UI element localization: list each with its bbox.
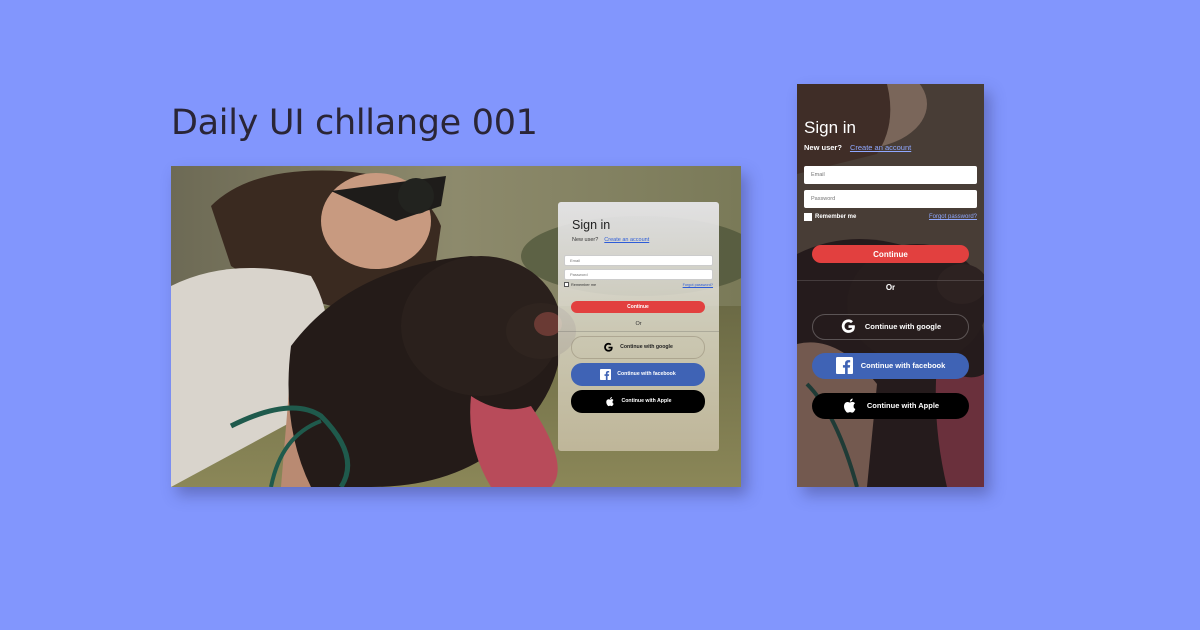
facebook-signin-button[interactable]: Continue with facebook [571,362,705,386]
remember-me: Remember me [804,213,856,221]
password-field[interactable] [804,190,977,208]
google-label: Continue with google [620,344,673,351]
facebook-signin-button[interactable]: Continue with facebook [812,352,969,379]
google-icon [604,342,613,352]
desktop-mockup: Sign in New user? Create an account Reme… [171,166,741,487]
remember-me-label: Remember me [815,214,857,220]
google-signin-button[interactable]: Continue with google [571,335,705,359]
apple-label: Continue with Apple [866,401,940,411]
remember-me-checkbox[interactable] [804,213,812,221]
new-user-row: New user? Create an account [572,237,705,243]
apple-signin-button[interactable]: Continue with Apple [812,392,969,419]
page-title: Daily UI chllange 001 [171,103,538,143]
facebook-label: Continue with facebook [860,361,946,371]
apple-icon [605,396,614,406]
divider-line [558,331,719,332]
signin-title: Sign in [804,118,856,137]
remember-row: Remember me Forgot password? [564,282,713,287]
facebook-icon [835,357,853,375]
signin-title: Sign in [572,218,611,232]
create-account-link[interactable]: Create an account [850,143,911,152]
facebook-label: Continue with facebook [617,371,676,378]
forgot-password-link[interactable]: Forgot password? [929,214,977,220]
google-icon [841,319,855,334]
password-field[interactable] [564,269,713,280]
facebook-icon [600,368,612,380]
signin-card: Sign in New user? Create an account Reme… [797,84,984,487]
apple-signin-button[interactable]: Continue with Apple [571,389,705,413]
remember-me: Remember me [564,282,596,287]
continue-button[interactable]: Continue [571,301,705,313]
remember-me-label: Remember me [571,282,597,287]
new-user-text: New user? [804,143,842,152]
new-user-row: New user? Create an account [804,143,977,152]
or-divider: Or [635,321,642,327]
or-divider: Or [885,282,896,292]
email-field[interactable] [804,166,977,184]
apple-icon [843,398,856,413]
remember-row: Remember me Forgot password? [804,213,977,221]
google-signin-button[interactable]: Continue with google [812,313,969,340]
signin-card: Sign in New user? Create an account Reme… [558,202,719,451]
apple-label: Continue with Apple [621,398,672,405]
email-field[interactable] [564,255,713,266]
google-label: Continue with google [864,322,942,332]
create-account-link[interactable]: Create an account [604,237,649,243]
new-user-text: New user? [572,237,599,243]
forgot-password-link[interactable]: Forgot password? [683,283,713,287]
mobile-mockup: Sign in New user? Create an account Reme… [797,84,984,487]
divider-line [797,280,984,281]
remember-me-checkbox[interactable] [564,282,569,287]
continue-button[interactable]: Continue [812,245,969,263]
